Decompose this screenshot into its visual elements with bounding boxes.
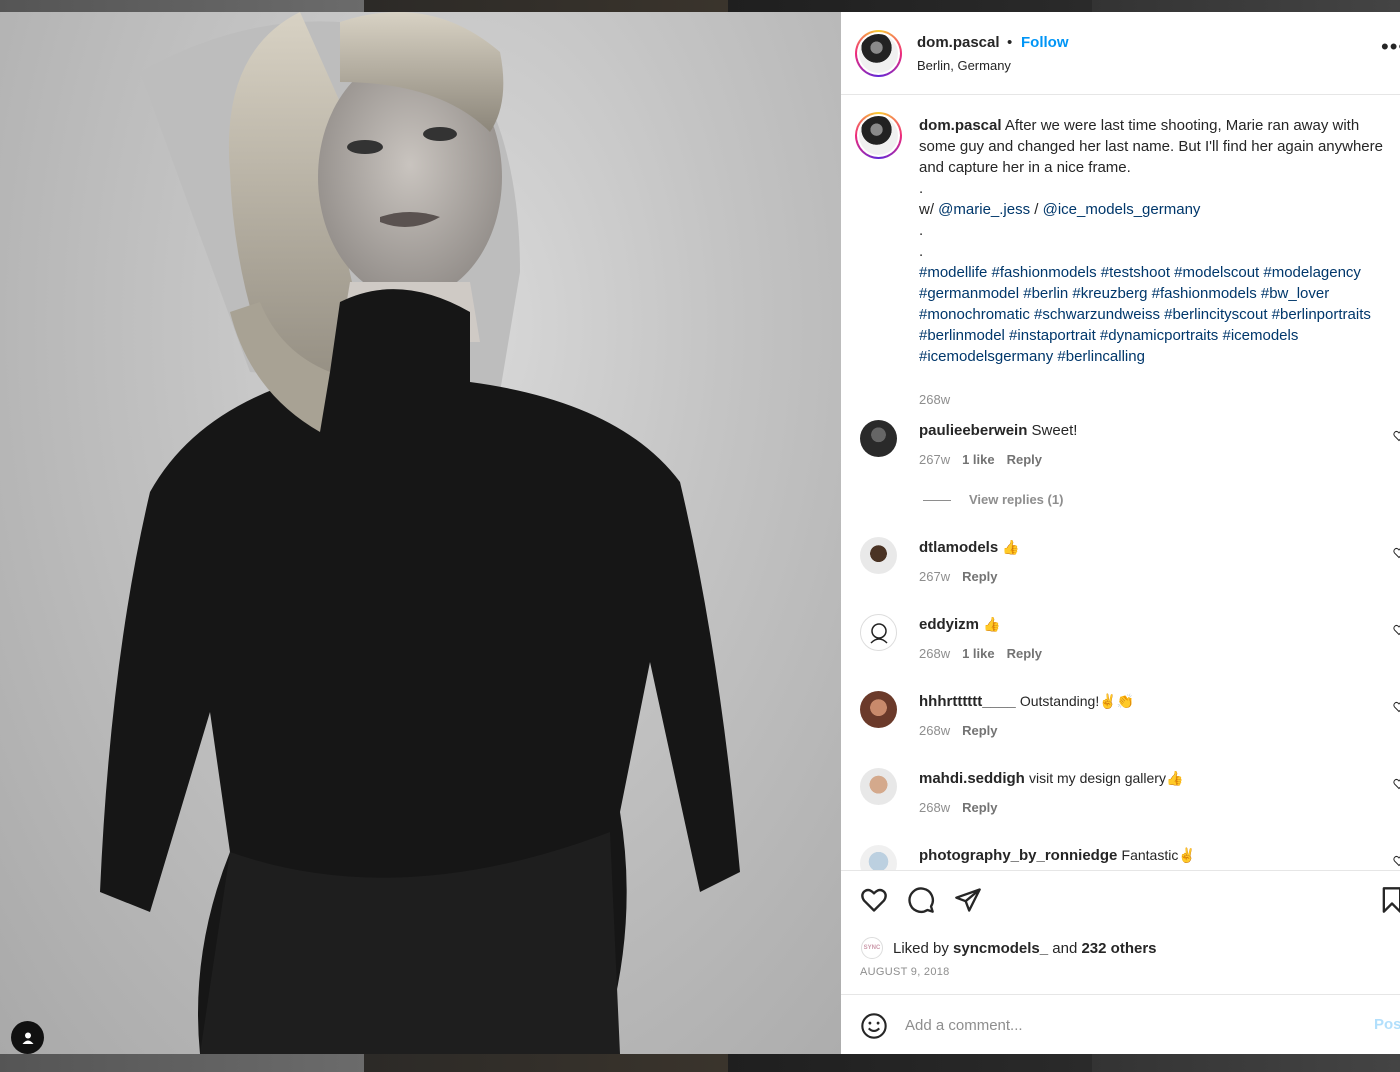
caption-hashtags[interactable]: #modellife #fashionmodels #testshoot #mo…: [919, 264, 1371, 365]
commenter-avatar[interactable]: [860, 768, 897, 805]
author-username[interactable]: dom.pascal: [917, 34, 1000, 51]
author-avatar[interactable]: [855, 30, 902, 77]
caption-username[interactable]: dom.pascal: [919, 117, 1002, 134]
caption-dot: .: [919, 222, 924, 239]
comment-text: Sweet!: [1031, 422, 1078, 439]
view-replies-button[interactable]: View replies (1): [923, 492, 1063, 507]
commenter-username[interactable]: photography_by_ronniedge: [919, 847, 1117, 864]
commenter-avatar[interactable]: [860, 614, 897, 651]
background-feed-top: [0, 0, 1400, 12]
mention-separator: /: [1034, 201, 1039, 218]
commenter-username[interactable]: dtlamodels: [919, 539, 998, 556]
reply-button[interactable]: Reply: [962, 723, 997, 738]
like-comment-heart-icon[interactable]: [1393, 624, 1400, 636]
comment-text: visit my design gallery👍: [1029, 770, 1184, 786]
user-icon: [22, 1032, 33, 1044]
save-bookmark-icon[interactable]: [1378, 886, 1400, 914]
commenter-avatar[interactable]: [860, 691, 897, 728]
with-prefix: w/: [919, 201, 934, 218]
like-comment-heart-icon[interactable]: [1393, 430, 1400, 442]
comment-time[interactable]: 268w: [919, 646, 950, 661]
reply-button[interactable]: Reply: [962, 800, 997, 815]
comment-input[interactable]: [905, 1011, 1355, 1039]
reply-button[interactable]: Reply: [1007, 646, 1042, 661]
commenter-username[interactable]: paulieeberwein: [919, 422, 1027, 439]
comment-likes[interactable]: 1 like: [962, 646, 995, 661]
commenter-username[interactable]: hhhrtttttt____: [919, 693, 1016, 710]
commenter-username[interactable]: eddyizm: [919, 616, 979, 633]
reply-button[interactable]: Reply: [1007, 452, 1042, 467]
commenter-avatar[interactable]: [860, 537, 897, 574]
comment-text: 👍: [1002, 539, 1020, 555]
comment-item: mahdi.seddigh visit my design gallery👍 2…: [860, 768, 1400, 828]
comment-item: paulieeberwein Sweet! 267w 1 like Reply: [860, 420, 1400, 480]
liked-by: SYNC Liked by syncmodels_ and 232 others: [861, 937, 1157, 959]
comment-item: photography_by_ronniedge Fantastic✌: [860, 845, 1400, 870]
liker-avatar[interactable]: SYNC: [861, 937, 883, 959]
comment-text: Fantastic✌: [1121, 847, 1196, 863]
post-actions: SYNC Liked by syncmodels_ and 232 others…: [841, 870, 1400, 994]
like-comment-heart-icon[interactable]: [1393, 547, 1400, 559]
caption-timestamp[interactable]: 268w: [919, 392, 950, 407]
commenter-avatar[interactable]: [860, 845, 897, 870]
mention-ice-models[interactable]: @ice_models_germany: [1043, 201, 1201, 218]
like-heart-icon[interactable]: [860, 886, 888, 914]
caption-text: dom.pascal After we were last time shoot…: [919, 115, 1397, 367]
comments-section[interactable]: dom.pascal After we were last time shoot…: [841, 96, 1400, 870]
follow-button[interactable]: Follow: [1021, 34, 1069, 51]
post-location[interactable]: Berlin, Germany: [917, 58, 1011, 73]
tagged-users-button[interactable]: [11, 1021, 44, 1054]
comment-likes[interactable]: 1 like: [962, 452, 995, 467]
post-side-panel: dom.pascal • Follow Berlin, Germany ••• …: [841, 12, 1400, 1054]
like-comment-heart-icon[interactable]: [1393, 778, 1400, 790]
post-photo[interactable]: [0, 12, 841, 1054]
background-feed-bottom: [0, 1054, 1400, 1072]
separator-dot: •: [1007, 34, 1013, 51]
post-comment-button[interactable]: Post: [1374, 1016, 1400, 1033]
comment-time[interactable]: 268w: [919, 800, 950, 815]
commenter-username[interactable]: mahdi.seddigh: [919, 770, 1025, 787]
portrait-image: [100, 12, 740, 1054]
liked-and: and: [1052, 939, 1078, 957]
mention-marie[interactable]: @marie_.jess: [938, 201, 1030, 218]
commenter-avatar[interactable]: [860, 420, 897, 457]
emoji-icon[interactable]: [860, 1012, 888, 1040]
like-comment-heart-icon[interactable]: [1393, 701, 1400, 713]
likes-count[interactable]: 232 others: [1081, 940, 1156, 957]
caption-dot: .: [919, 243, 924, 260]
like-comment-heart-icon[interactable]: [1393, 855, 1400, 867]
comment-bubble-icon[interactable]: [907, 886, 935, 914]
caption-dot: .: [919, 180, 924, 197]
liked-by-prefix: Liked by: [893, 939, 949, 957]
comment-time[interactable]: 268w: [919, 723, 950, 738]
reply-button[interactable]: Reply: [962, 569, 997, 584]
liker-username[interactable]: syncmodels_: [953, 940, 1048, 957]
comment-time[interactable]: 267w: [919, 569, 950, 584]
caption-avatar[interactable]: [855, 112, 902, 159]
comment-text: 👍: [983, 616, 1001, 632]
share-paper-plane-icon[interactable]: [954, 886, 982, 914]
comment-text: Outstanding!✌👏: [1019, 693, 1135, 709]
comment-time[interactable]: 267w: [919, 452, 950, 467]
post-header: dom.pascal • Follow Berlin, Germany •••: [841, 12, 1400, 95]
comment-item: hhhrtttttt____ Outstanding!✌👏 268w Reply: [860, 691, 1400, 751]
add-comment-bar: Post: [841, 994, 1400, 1054]
more-options-icon[interactable]: •••: [1381, 36, 1400, 58]
post-date[interactable]: AUGUST 9, 2018: [860, 966, 950, 978]
comment-item: dtlamodels 👍 267w Reply: [860, 537, 1400, 597]
comment-item: eddyizm 👍 268w 1 like Reply: [860, 614, 1400, 674]
